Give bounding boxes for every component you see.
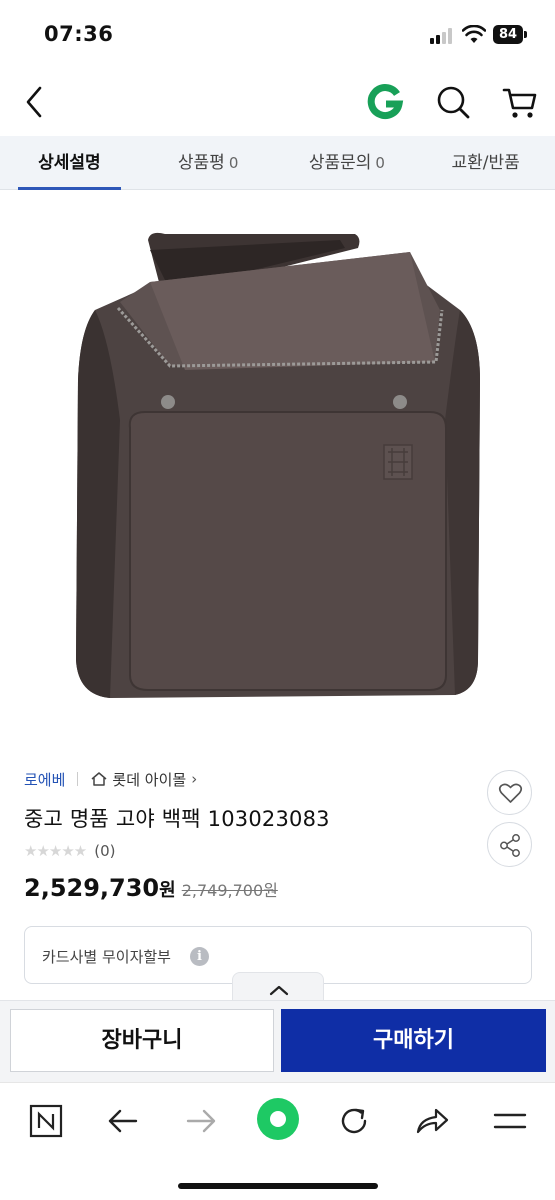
product-title: 중고 명품 고야 백팩 103023083 xyxy=(24,807,330,831)
tab-label: 상품문의 xyxy=(308,153,372,173)
tab-label: 교환/반품 xyxy=(451,153,520,173)
tab-count: 0 xyxy=(375,154,385,172)
wishlist-button[interactable] xyxy=(487,770,532,815)
search-icon[interactable] xyxy=(434,82,472,122)
battery-indicator: 84 xyxy=(493,25,523,44)
store-name: 롯데 아이몰 xyxy=(112,770,187,789)
green-dot-icon[interactable] xyxy=(254,1095,302,1143)
card-installment-text: 카드사별 무이자할부 xyxy=(42,948,171,966)
refresh-icon[interactable] xyxy=(332,1099,376,1143)
sale-price: 2,529,730 xyxy=(24,874,160,902)
menu-icon[interactable] xyxy=(488,1099,532,1143)
home-icon xyxy=(91,772,107,786)
tab-description[interactable]: 상세설명 xyxy=(0,136,139,190)
share-arrow-icon[interactable] xyxy=(410,1099,454,1143)
tab-reviews[interactable]: 상품평 0 xyxy=(139,136,278,189)
price-row: 2,529,730 원 2,749,700원 xyxy=(24,874,278,902)
battery-tip xyxy=(524,31,527,38)
tab-label: 상세설명 xyxy=(38,153,101,173)
product-image[interactable] xyxy=(0,190,555,740)
cart-icon[interactable] xyxy=(500,82,540,122)
tab-count: 0 xyxy=(228,154,239,172)
rating-row[interactable]: ★★★★★ (0) xyxy=(24,842,116,860)
price-unit: 원 xyxy=(159,880,176,901)
status-bar: 07:36 84 xyxy=(0,0,555,68)
share-icon xyxy=(500,834,520,857)
product-tabs: 상세설명 상품평 0 상품문의 0 교환/반품 xyxy=(0,136,555,190)
expand-handle[interactable] xyxy=(232,972,324,1002)
heart-icon xyxy=(498,783,523,803)
divider xyxy=(77,772,79,786)
brand-link[interactable]: 로에베 xyxy=(24,769,65,790)
tab-inquiries[interactable]: 상품문의 0 xyxy=(278,136,417,189)
chevron-up-icon xyxy=(269,985,289,996)
info-icon[interactable]: i xyxy=(190,947,209,966)
share-button[interactable] xyxy=(487,822,532,867)
original-price: 2,749,700원 xyxy=(181,881,278,900)
buy-now-button[interactable]: 구매하기 xyxy=(281,1009,546,1072)
brand-row: 로에베 롯데 아이몰 › xyxy=(24,768,197,790)
forward-arrow-icon[interactable] xyxy=(179,1099,223,1143)
back-icon[interactable] xyxy=(18,82,54,122)
chevron-right-icon: › xyxy=(191,770,198,788)
app-header xyxy=(0,68,555,136)
signal-icon xyxy=(430,27,456,44)
home-indicator xyxy=(178,1183,378,1189)
rating-count: (0) xyxy=(94,842,116,860)
back-arrow-icon[interactable] xyxy=(101,1099,145,1143)
star-rating-icon: ★★★★★ xyxy=(24,842,87,860)
tab-exchange-return[interactable]: 교환/반품 xyxy=(416,136,555,189)
store-link[interactable]: 롯데 아이몰 › xyxy=(90,769,197,790)
status-time: 07:36 xyxy=(44,22,114,46)
tab-label: 상품평 xyxy=(177,153,225,173)
add-to-cart-button[interactable]: 장바구니 xyxy=(10,1009,274,1072)
g-logo-icon[interactable] xyxy=(366,82,404,120)
purchase-bar: 장바구니 구매하기 xyxy=(0,1000,555,1082)
naver-n-icon[interactable] xyxy=(24,1099,68,1143)
wifi-icon xyxy=(462,25,486,43)
